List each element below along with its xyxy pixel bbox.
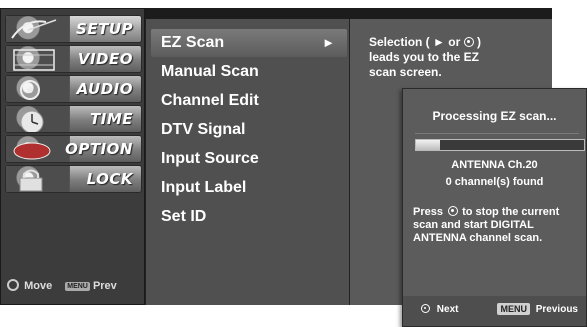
category-setup[interactable]: SETUP — [5, 15, 142, 43]
category-label: AUDIO — [76, 80, 133, 98]
top-strip — [145, 8, 552, 19]
menu-item-label: Channel Edit — [161, 92, 259, 109]
menu-key-icon: MENU — [65, 282, 90, 291]
clock-icon — [6, 106, 70, 132]
previous-button[interactable]: MENU Previous — [497, 303, 578, 315]
menu-item-label: Input Source — [161, 150, 259, 167]
menu-item-label: EZ Scan — [161, 34, 225, 51]
previous-label: Previous — [535, 304, 578, 315]
satellite-dish-icon — [6, 16, 70, 42]
divider — [415, 133, 579, 134]
info-or: or — [448, 35, 464, 49]
right-arrow-icon: ► — [322, 35, 335, 50]
press-prefix: Press — [413, 206, 443, 218]
menu-item-input-label[interactable]: Input Label — [151, 174, 347, 202]
padlock-icon — [6, 166, 70, 192]
info-line3: scan screen. — [369, 65, 442, 79]
setup-sub-menu: EZ Scan ► Manual Scan Channel Edit DTV S… — [145, 19, 349, 305]
category-label: OPTION — [65, 140, 133, 158]
antenna-channel-status: ANTENNA Ch.20 — [451, 159, 538, 171]
next-button[interactable]: Next — [421, 304, 458, 315]
category-label: LOCK — [86, 170, 133, 188]
menu-item-channel-edit[interactable]: Channel Edit — [151, 87, 347, 115]
menu-item-input-source[interactable]: Input Source — [151, 145, 347, 173]
category-label: SETUP — [76, 20, 133, 38]
prev-label: Prev — [92, 280, 117, 292]
menu-item-label: Set ID — [161, 208, 207, 225]
menu-item-ez-scan[interactable]: EZ Scan ► — [151, 29, 347, 57]
speaker-icon — [6, 76, 70, 102]
menu-item-set-id[interactable]: Set ID — [151, 203, 347, 231]
info-line1-end: ) — [476, 35, 481, 49]
menu-item-manual-scan[interactable]: Manual Scan — [151, 58, 347, 86]
menu-item-label: Manual Scan — [161, 63, 259, 80]
category-label: VIDEO — [77, 50, 133, 68]
menu-item-label: Input Label — [161, 179, 247, 196]
category-menu: SETUP VIDEO AUDIO TIME OPTION LOCK Move … — [0, 8, 145, 305]
next-label: Next — [436, 304, 459, 315]
menu-key-icon: MENU — [497, 303, 530, 315]
info-line2: leads you to the EZ — [369, 50, 480, 64]
ok-button-icon — [421, 304, 430, 313]
category-time[interactable]: TIME — [5, 105, 142, 133]
option-icon — [6, 136, 70, 162]
channels-found-status: 0 channel(s) found — [445, 176, 544, 188]
ez-scan-popup: Processing EZ scan... ANTENNA Ch.20 0 ch… — [402, 88, 587, 327]
popup-footer: Next MENU Previous — [403, 296, 586, 326]
ok-button-icon — [448, 206, 459, 216]
film-reel-icon — [6, 46, 70, 72]
navigation-hint: Move MENU Prev — [7, 279, 143, 292]
ok-button-icon — [463, 37, 474, 47]
scan-progress-fill — [416, 140, 440, 150]
info-line1: Selection ( — [369, 35, 430, 49]
popup-title: Processing EZ scan... — [432, 109, 557, 123]
menu-item-label: DTV Signal — [161, 121, 246, 138]
category-video[interactable]: VIDEO — [5, 45, 142, 73]
info-text: Selection ( ► or ) leads you to the EZ s… — [369, 35, 529, 80]
category-option[interactable]: OPTION — [5, 135, 142, 163]
move-label: Move — [24, 280, 53, 292]
category-label: TIME — [90, 110, 133, 128]
category-lock[interactable]: LOCK — [5, 165, 142, 193]
scan-progress-bar — [415, 139, 585, 151]
right-arrow-icon: ► — [433, 35, 445, 49]
category-audio[interactable]: AUDIO — [5, 75, 142, 103]
move-arrows-icon — [7, 279, 19, 291]
menu-item-dtv-signal[interactable]: DTV Signal — [151, 116, 347, 144]
stop-instruction: Press to stop the current scan and start… — [413, 206, 585, 245]
